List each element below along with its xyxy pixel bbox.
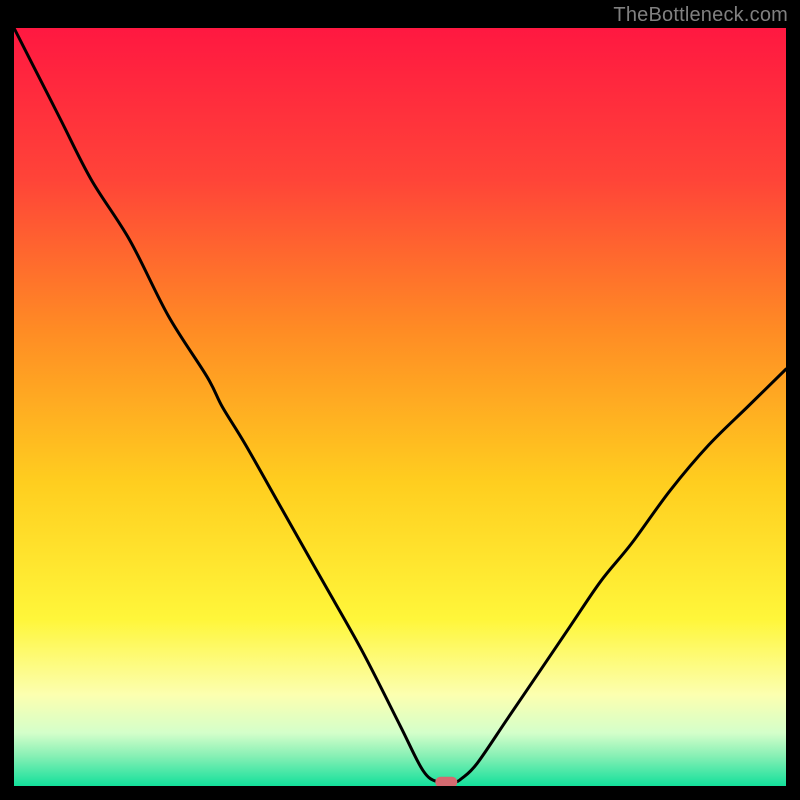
bottleneck-chart bbox=[14, 28, 786, 786]
watermark-text: TheBottleneck.com bbox=[613, 4, 788, 27]
plot-background bbox=[14, 28, 786, 786]
optimal-point-marker-icon bbox=[435, 777, 457, 786]
chart-frame: TheBottleneck.com bbox=[0, 0, 800, 800]
